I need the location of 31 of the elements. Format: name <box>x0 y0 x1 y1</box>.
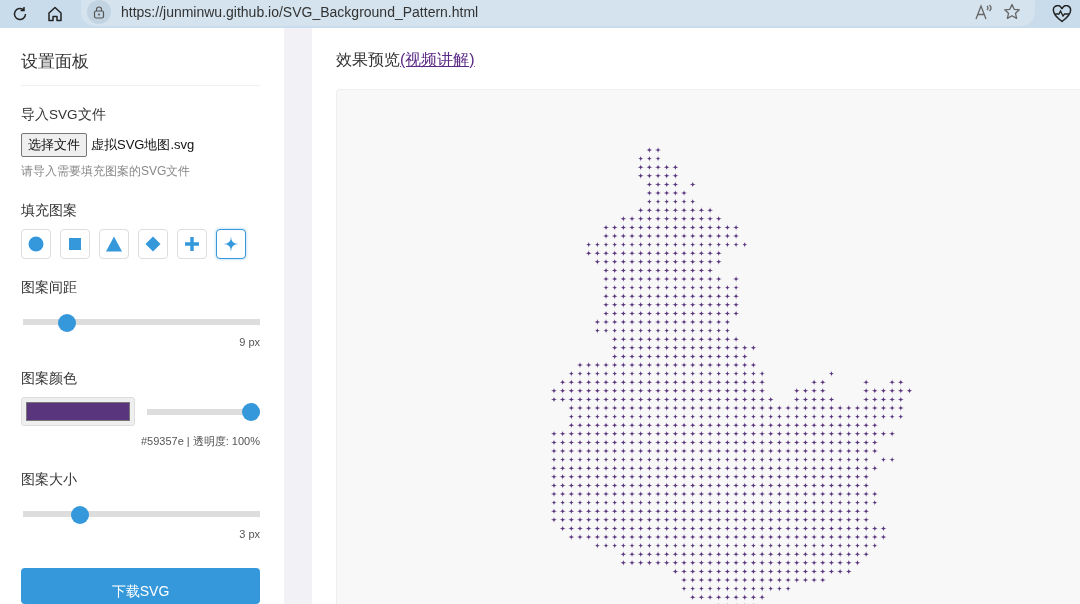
lock-icon[interactable] <box>92 5 106 19</box>
triangle-icon <box>106 236 122 252</box>
address-bar[interactable]: https://junminwu.github.io/SVG_Background_Pattern.html <box>81 0 1035 26</box>
section-label: 导入SVG文件 <box>21 106 107 124</box>
circle-icon <box>28 236 44 252</box>
panel-title: 设置面板 <box>21 51 90 73</box>
diamond-icon <box>145 236 161 252</box>
read-aloud-icon[interactable] <box>975 4 993 20</box>
file-name: 虚拟SVG地图.svg <box>91 136 195 154</box>
url-text[interactable]: https://junminwu.github.io/SVG_Background_Pattern.html <box>121 4 479 20</box>
reload-icon[interactable] <box>11 5 29 23</box>
slider-thumb[interactable] <box>242 402 260 421</box>
color-value: #59357e | 透明度: 100% <box>139 434 260 450</box>
section-label: 填充图案 <box>21 202 78 220</box>
hint-text: 请导入需要填充图案的SVG文件 <box>21 163 192 180</box>
preview-title: 效果预览 <box>336 51 400 68</box>
square-icon <box>67 236 83 252</box>
spacing-value: 9 px <box>238 336 260 349</box>
star-icon[interactable] <box>1003 3 1021 21</box>
slider-thumb[interactable] <box>58 314 77 332</box>
section-label: 图案间距 <box>21 279 78 297</box>
video-link[interactable]: (视频讲解) <box>400 51 475 68</box>
pattern-option[interactable] <box>216 229 246 259</box>
heart-pulse-icon[interactable] <box>1052 5 1072 23</box>
slider-thumb[interactable] <box>71 506 90 525</box>
home-icon[interactable] <box>46 5 64 23</box>
size-value: 3 px <box>238 528 260 541</box>
choose-file-button[interactable]: 选择文件 <box>21 133 87 157</box>
section-label: 图案大小 <box>21 471 78 490</box>
section-label: 图案颜色 <box>21 370 78 389</box>
plus-icon <box>184 236 200 252</box>
